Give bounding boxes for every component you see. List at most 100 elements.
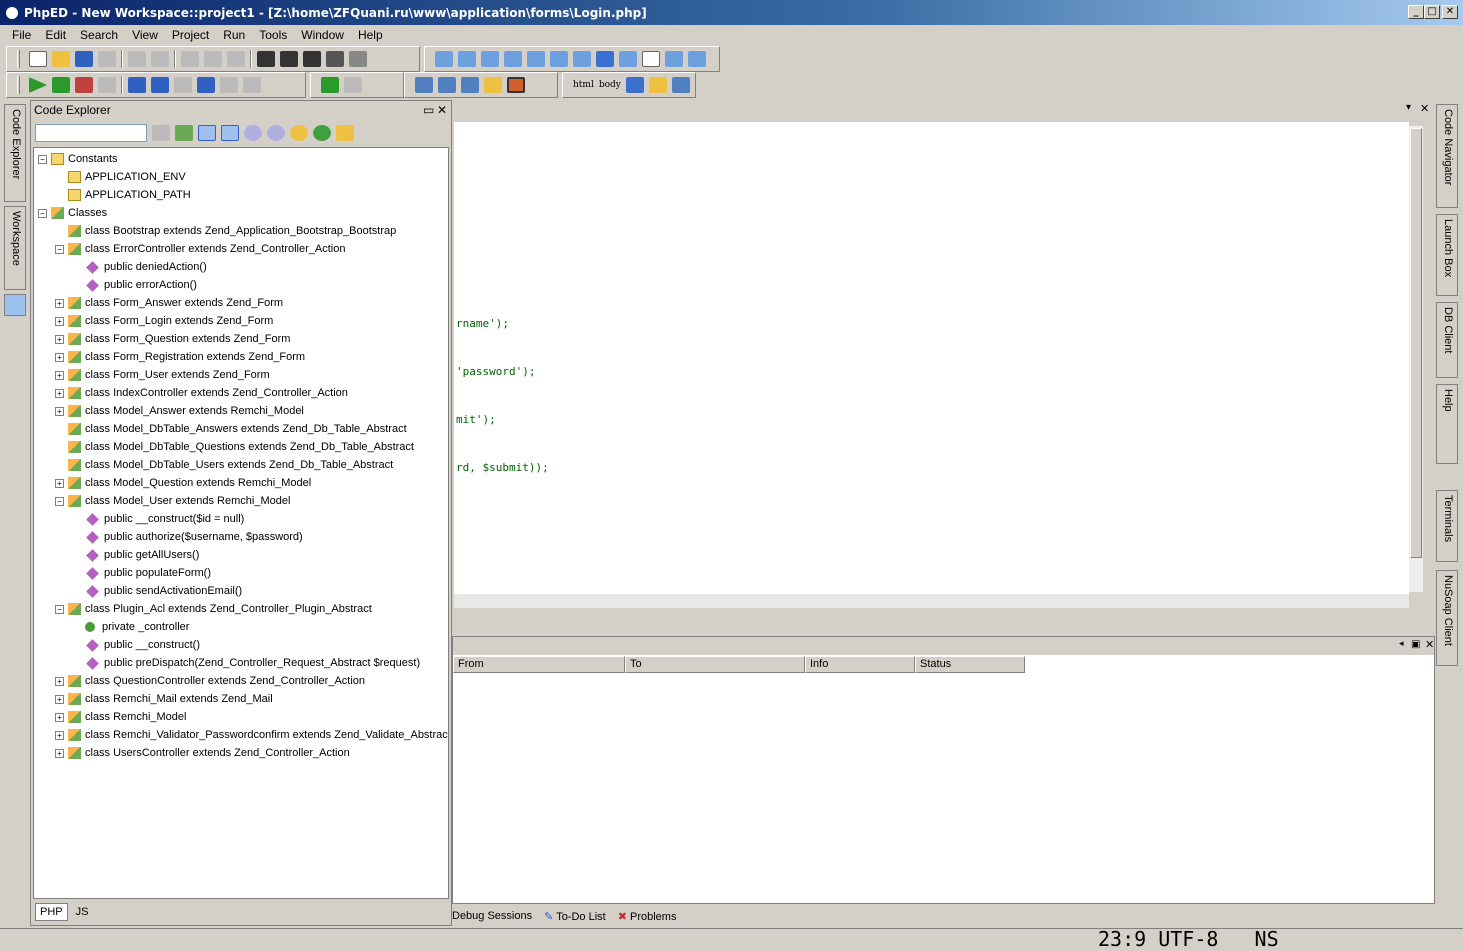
menu-file[interactable]: File	[12, 28, 31, 42]
expand-icon[interactable]: +	[55, 388, 64, 398]
color-picker-icon[interactable]	[484, 77, 502, 93]
tree-item[interactable]: public preDispatch(Zend_Controller_Reque…	[72, 654, 420, 672]
undo-icon[interactable]	[128, 51, 146, 67]
editor-close-icon[interactable]: ✕	[1420, 102, 1429, 115]
paste-icon[interactable]	[227, 51, 245, 67]
menu-run[interactable]: Run	[223, 28, 245, 42]
filter-combobox[interactable]	[35, 124, 147, 142]
minimize-button[interactable]: _	[1408, 5, 1424, 19]
html-tag-icon[interactable]: html	[573, 80, 594, 90]
tree-item[interactable]: private _controller	[72, 618, 189, 636]
tree-item[interactable]: + class Form_Login extends Zend_Form	[55, 312, 273, 330]
expand-icon[interactable]: +	[55, 316, 64, 326]
tab-workspace[interactable]: Workspace	[4, 206, 26, 290]
expand-icon[interactable]: +	[55, 298, 64, 308]
forward-arrow-icon[interactable]	[344, 77, 362, 93]
column-header-to[interactable]: To	[625, 656, 805, 673]
sort-alpha-icon[interactable]	[198, 125, 216, 141]
tree-item[interactable]: + class Form_User extends Zend_Form	[55, 366, 270, 384]
tree-item[interactable]: − Classes	[38, 204, 107, 222]
editor-vertical-scrollbar[interactable]	[1409, 126, 1423, 592]
menu-tools[interactable]: Tools	[259, 28, 287, 42]
expand-icon[interactable]: +	[55, 334, 64, 344]
show-static-icon[interactable]	[244, 125, 262, 141]
tree-item[interactable]: − Constants	[38, 150, 118, 168]
tree-item[interactable]: + class Model_Question extends Remchi_Mod…	[55, 474, 311, 492]
html-textarea-icon[interactable]	[642, 51, 660, 67]
collapse-icon[interactable]: −	[55, 244, 64, 254]
tab-help[interactable]: Help	[1436, 384, 1458, 464]
tree-item[interactable]: + class Model_Answer extends Remchi_Model	[55, 402, 304, 420]
find-in-files-icon[interactable]	[303, 51, 321, 67]
tree-item[interactable]: public __construct($id = null)	[72, 510, 244, 528]
expand-icon[interactable]: +	[55, 406, 64, 416]
step-over-icon[interactable]	[151, 77, 169, 93]
tree-item[interactable]: class Model_DbTable_Answers extends Zend…	[55, 420, 407, 438]
step-out-icon[interactable]	[174, 77, 192, 93]
editor-horizontal-scrollbar[interactable]	[454, 594, 1409, 608]
body-tag-icon[interactable]: body	[599, 80, 621, 90]
menu-project[interactable]: Project	[172, 28, 209, 42]
tab-launch-box[interactable]: Launch Box	[1436, 214, 1458, 296]
html-checkbox-icon[interactable]	[504, 51, 522, 67]
pin-icon[interactable]: ▭	[423, 103, 434, 117]
tab-debug-sessions[interactable]: Debug Sessions	[452, 910, 532, 922]
find-next-icon[interactable]	[280, 51, 298, 67]
tree-item[interactable]: + class IndexController extends Zend_Cont…	[55, 384, 348, 402]
tab-code-explorer[interactable]: Code Explorer	[4, 104, 26, 202]
add-class-icon[interactable]	[175, 125, 193, 141]
tree-item[interactable]: public errorAction()	[72, 276, 197, 294]
expand-icon[interactable]: +	[55, 730, 64, 740]
profile-icon[interactable]	[75, 77, 93, 93]
pane-close-icon[interactable]: ✕	[1425, 638, 1434, 651]
code-explorer-tree[interactable]: − Constants APPLICATION_ENV APPLICATION_PAT…	[33, 147, 449, 899]
html-radio-icon[interactable]	[527, 51, 545, 67]
collapse-icon[interactable]: −	[55, 604, 64, 614]
editor-dropdown-icon[interactable]: ▾	[1406, 102, 1411, 113]
copy-icon[interactable]	[204, 51, 222, 67]
menu-window[interactable]: Window	[301, 28, 344, 42]
back-arrow-icon[interactable]	[321, 77, 339, 93]
toolbar-grip[interactable]	[17, 50, 20, 68]
html-hidden-icon[interactable]	[619, 51, 637, 67]
tree-item[interactable]: + class UsersController extends Zend_Cont…	[55, 744, 350, 762]
tree-item[interactable]: class Bootstrap extends Zend_Application…	[55, 222, 396, 240]
tree-item[interactable]: public sendActivationEmail()	[72, 582, 242, 600]
document-icon[interactable]	[438, 77, 456, 93]
run-to-cursor-icon[interactable]	[197, 77, 215, 93]
html-submit-icon[interactable]	[665, 51, 683, 67]
tree-item[interactable]: class Model_DbTable_Questions extends Ze…	[55, 438, 414, 456]
new-file-icon[interactable]	[29, 51, 47, 67]
tree-item[interactable]: public getAllUsers()	[72, 546, 199, 564]
tree-item[interactable]: APPLICATION_ENV	[55, 168, 186, 186]
folder-options-icon[interactable]	[336, 125, 354, 141]
expand-icon[interactable]: +	[55, 352, 64, 362]
tree-item[interactable]: + class Form_Registration extends Zend_Fo…	[55, 348, 305, 366]
close-panel-icon[interactable]: ✕	[437, 103, 447, 117]
collapse-icon[interactable]: −	[38, 208, 47, 218]
expand-icon[interactable]: +	[55, 370, 64, 380]
cut-icon[interactable]	[181, 51, 199, 67]
tree-item[interactable]: − class Plugin_Acl extends Zend_Controlle…	[55, 600, 372, 618]
run-icon[interactable]	[29, 77, 47, 93]
close-button[interactable]: ✕	[1442, 5, 1458, 19]
tab-problems[interactable]: ✖ Problems	[618, 910, 677, 923]
toolbar-grip[interactable]	[17, 76, 20, 94]
maximize-button[interactable]: □	[1424, 5, 1440, 19]
html-button-icon[interactable]	[481, 51, 499, 67]
image-icon[interactable]	[648, 77, 667, 93]
tree-item[interactable]: APPLICATION_PATH	[55, 186, 191, 204]
collapse-icon[interactable]: −	[55, 496, 64, 506]
html-text-icon[interactable]	[550, 51, 568, 67]
html-input-icon[interactable]	[458, 51, 476, 67]
html-reset-icon[interactable]	[688, 51, 706, 67]
tools-icon[interactable]	[415, 77, 433, 93]
tab-php[interactable]: PHP	[35, 903, 68, 921]
scroll-thumb[interactable]	[1410, 128, 1422, 558]
tree-item[interactable]: + class Remchi_Validator_Passwordconfirm …	[55, 726, 448, 744]
redo-icon[interactable]	[151, 51, 169, 67]
hide-private-icon[interactable]	[267, 125, 285, 141]
binoculars-icon[interactable]	[152, 125, 170, 141]
search-results-icon[interactable]	[4, 294, 26, 316]
tree-item[interactable]: class Model_DbTable_Users extends Zend_D…	[55, 456, 393, 474]
